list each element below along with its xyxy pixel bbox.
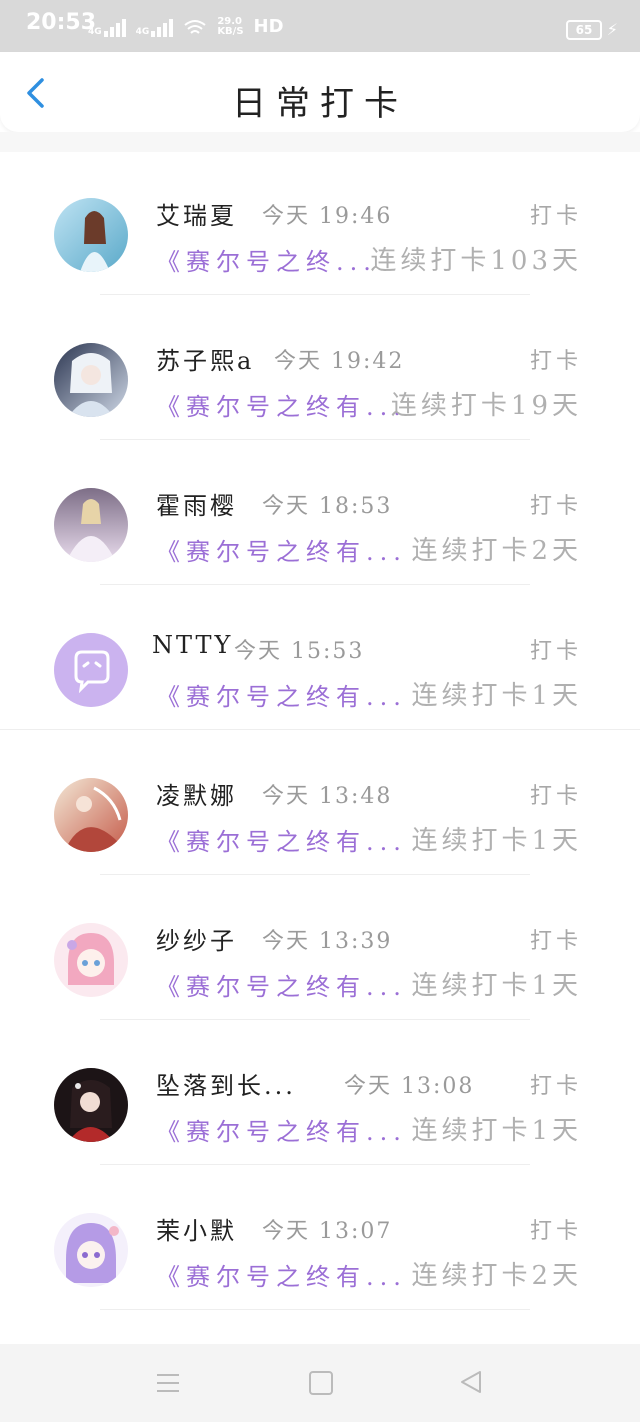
checkin-time: 今天 13:48 (262, 784, 393, 809)
signal-icon-1: 4G (88, 17, 126, 37)
checkin-label: 打卡 (529, 1074, 582, 1099)
streak-count: 连续打卡19天 (390, 391, 582, 421)
user-name: 霍雨樱 (156, 492, 237, 520)
user-name: 艾瑞夏 (156, 202, 237, 230)
avatar[interactable] (54, 488, 128, 562)
user-name: 茉小默 (156, 1217, 237, 1245)
charging-icon: ⚡ (606, 20, 618, 39)
checkin-label: 打卡 (529, 639, 582, 664)
divider (100, 439, 530, 440)
divider (100, 584, 530, 585)
signal-icon-2: 4G (136, 17, 174, 37)
list-item[interactable]: 坠落到长... 今天 13:08 打卡 《赛尔号之终有... 连续打卡1天 (0, 1022, 640, 1167)
title-bar: 日常打卡 (0, 52, 640, 132)
default-chat-avatar[interactable] (54, 633, 128, 707)
battery-icon: 65 (566, 20, 602, 40)
checkin-time: 今天 13:39 (262, 929, 393, 954)
streak-count: 连续打卡1天 (411, 681, 582, 711)
avatar[interactable] (54, 1068, 128, 1142)
divider (100, 1019, 530, 1020)
streak-count: 连续打卡2天 (411, 1261, 582, 1291)
book-title[interactable]: 《赛尔号之终有... (156, 1257, 407, 1292)
list-item[interactable]: 茉小默 今天 13:07 打卡 《赛尔号之终有... 连续打卡2天 (0, 1167, 640, 1312)
streak-count: 连续打卡1天 (411, 826, 582, 856)
avatar[interactable] (54, 198, 128, 272)
streak-count: 连续打卡2天 (411, 536, 582, 566)
status-icons: 4G 4G 29.0 KB/S HD (88, 16, 284, 37)
divider (100, 1309, 530, 1310)
book-title[interactable]: 《赛尔号之终有... (156, 387, 407, 422)
checkin-label: 打卡 (529, 494, 582, 519)
list-item[interactable]: 苏子熙a 今天 19:42 打卡 《赛尔号之终有... 连续打卡19天 (0, 297, 640, 442)
checkin-label: 打卡 (529, 204, 582, 229)
user-name: 凌默娜 (156, 782, 237, 810)
checkin-time: 今天 18:53 (262, 494, 393, 519)
avatar[interactable] (54, 778, 128, 852)
hd-indicator: HD (253, 16, 284, 37)
user-name: 坠落到长... (156, 1072, 296, 1100)
network-label-1: 4G (88, 27, 102, 37)
status-time: 20:53 (26, 10, 97, 35)
checkin-label: 打卡 (529, 349, 582, 374)
list-item[interactable]: 纱纱子 今天 13:39 打卡 《赛尔号之终有... 连续打卡1天 (0, 877, 640, 1022)
avatar[interactable] (54, 923, 128, 997)
home-square-icon[interactable] (309, 1371, 333, 1395)
streak-count: 连续打卡1天 (411, 1116, 582, 1146)
avatar[interactable] (54, 343, 128, 417)
divider (0, 729, 640, 730)
checkin-time: 今天 19:46 (262, 204, 393, 229)
streak-count: 连续打卡103天 (370, 246, 582, 276)
status-bar: 20:53 4G 4G 29.0 KB/S HD 65 ⚡ (0, 0, 640, 52)
book-title[interactable]: 《赛尔号之终有... (156, 967, 407, 1002)
user-name: 纱纱子 (156, 927, 237, 955)
page-title: 日常打卡 (232, 84, 408, 124)
list-item[interactable]: 艾瑞夏 今天 19:46 打卡 《赛尔号之终... 连续打卡103天 (0, 152, 640, 297)
list-item[interactable]: 凌默娜 今天 13:48 打卡 《赛尔号之终有... 连续打卡1天 (0, 732, 640, 877)
checkin-list: 艾瑞夏 今天 19:46 打卡 《赛尔号之终... 连续打卡103天 苏子熙a … (0, 152, 640, 1312)
list-item[interactable]: 霍雨樱 今天 18:53 打卡 《赛尔号之终有... 连续打卡2天 (0, 442, 640, 587)
book-title[interactable]: 《赛尔号之终有... (156, 677, 407, 712)
checkin-time: 今天 13:07 (262, 1219, 393, 1244)
header-separator (0, 132, 640, 152)
streak-count: 连续打卡1天 (411, 971, 582, 1001)
wifi-icon (184, 20, 206, 34)
list-item[interactable]: NTTY 今天 15:53 打卡 《赛尔号之终有... 连续打卡1天 (0, 587, 640, 732)
checkin-label: 打卡 (529, 1219, 582, 1244)
divider (100, 1164, 530, 1165)
checkin-label: 打卡 (529, 929, 582, 954)
network-label-2: 4G (135, 27, 150, 37)
menu-icon[interactable] (155, 1372, 181, 1394)
system-nav-bar (0, 1344, 640, 1422)
checkin-time: 今天 15:53 (234, 639, 365, 664)
checkin-time: 今天 19:42 (274, 349, 405, 374)
book-title[interactable]: 《赛尔号之终有... (156, 1112, 407, 1147)
back-triangle-icon[interactable] (458, 1369, 484, 1395)
divider (100, 874, 530, 875)
book-title[interactable]: 《赛尔号之终有... (156, 822, 407, 857)
network-speed: 29.0 KB/S (217, 16, 244, 37)
checkin-time: 今天 13:08 (344, 1074, 475, 1099)
book-title[interactable]: 《赛尔号之终... (156, 242, 377, 277)
divider (100, 294, 530, 295)
book-title[interactable]: 《赛尔号之终有... (156, 532, 407, 567)
user-name: 苏子熙a (156, 347, 255, 375)
avatar[interactable] (54, 1213, 128, 1287)
checkin-label: 打卡 (529, 784, 582, 809)
user-name: NTTY (152, 631, 234, 659)
